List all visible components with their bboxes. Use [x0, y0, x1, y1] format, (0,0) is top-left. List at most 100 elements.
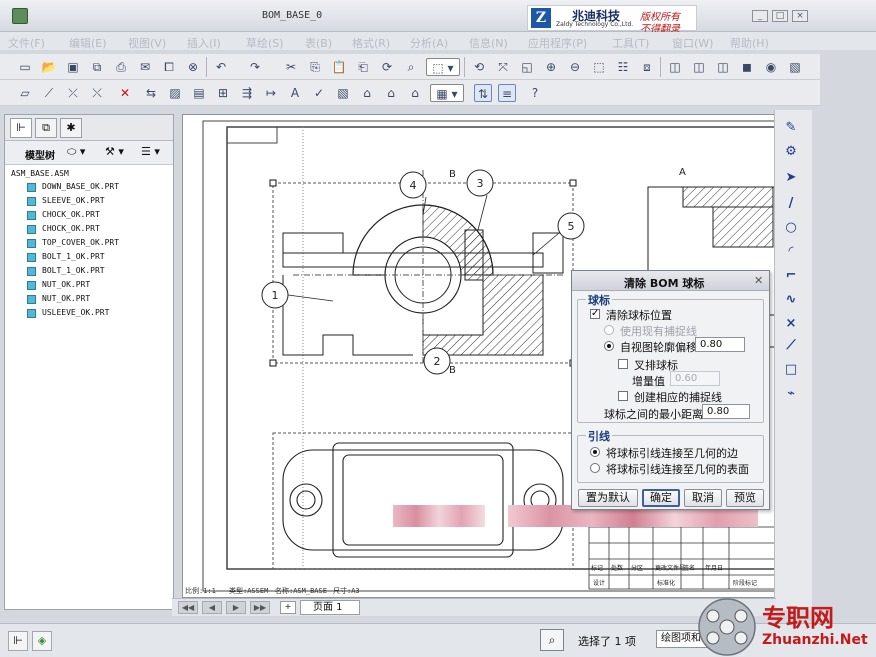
model-tree-label[interactable]: 模型树 [25, 147, 55, 162]
menu-help[interactable]: 帮助(H) [730, 35, 769, 51]
find-icon[interactable]: ⌕ [540, 629, 564, 651]
sketch-icon[interactable]: ▱ [16, 84, 34, 102]
open-folder-icon[interactable]: 📂 [40, 58, 58, 76]
new-file-icon[interactable]: ▭ [16, 58, 34, 76]
view-manager-icon[interactable]: ☷ [614, 58, 632, 76]
wireframe-icon[interactable]: ◫ [666, 58, 684, 76]
menu-format[interactable]: 格式(R) [352, 35, 390, 51]
hatch-icon[interactable]: ▧ [334, 84, 352, 102]
hidden-line-icon[interactable]: ◫ [690, 58, 708, 76]
regenerate-icon[interactable]: ⟳ [378, 58, 396, 76]
paste-icon[interactable]: 📋 [330, 58, 348, 76]
rectangle-tool-icon[interactable]: □ [781, 360, 801, 380]
delete-icon[interactable]: ✕ [116, 84, 134, 102]
menu-tools[interactable]: 工具(T) [612, 35, 649, 51]
sketcher-tools-icon[interactable]: ✎ [781, 118, 801, 138]
menu-applications[interactable]: 应用程序(P) [528, 35, 587, 51]
note-icon[interactable]: ▤ [190, 84, 208, 102]
close-button[interactable]: × [792, 10, 808, 22]
next-page-button[interactable]: ▶ [226, 601, 246, 614]
min-distance-input[interactable]: 0.80 [702, 404, 750, 419]
tab-favorites[interactable]: ✱ [60, 118, 82, 138]
dialog-close-icon[interactable]: ✕ [754, 274, 763, 287]
stagger-checkbox[interactable] [618, 359, 628, 369]
spline-tool-icon[interactable]: ∿ [781, 290, 801, 310]
view-icon[interactable]: ▨ [166, 84, 184, 102]
menu-analysis[interactable]: 分析(A) [410, 35, 448, 51]
selection-filter-icon[interactable]: ⬚ ▾ [426, 58, 460, 76]
orient-icon[interactable]: ⤧ [494, 58, 512, 76]
tab-model-tree[interactable]: ⊩ [10, 118, 32, 138]
menu-window[interactable]: 窗口(W) [672, 35, 713, 51]
symbol-icon[interactable]: ⌂ [382, 84, 400, 102]
select-arrow-icon[interactable]: ➤ [781, 168, 801, 188]
dialog-title-bar[interactable]: 清除 BOM 球标 ✕ [572, 271, 769, 291]
table-dropdown-icon[interactable]: ▦ ▾ [430, 84, 464, 102]
sketcher-prefs-icon[interactable]: ⚙ [781, 142, 801, 162]
tree-settings-icon[interactable]: ⚒ ▾ [105, 145, 135, 161]
ok-button[interactable]: 确定 [642, 489, 680, 507]
preview-button[interactable]: 预览 [726, 489, 764, 507]
layers-icon[interactable]: ⧈ [638, 58, 656, 76]
datum-icon[interactable]: ⌂ [358, 84, 376, 102]
no-hidden-icon[interactable]: ◫ [714, 58, 732, 76]
refit-icon[interactable]: ⬚ [590, 58, 608, 76]
set-default-button[interactable]: 置为默认 [578, 489, 638, 507]
increment-input[interactable]: 0.60 [670, 371, 720, 386]
paste-special-icon[interactable]: ⎗ [354, 58, 372, 76]
text-icon[interactable]: A [286, 84, 304, 102]
menu-view[interactable]: 视图(V) [128, 35, 166, 51]
last-page-button[interactable]: ▶▶ [250, 601, 270, 614]
cube-icon[interactable]: ▧ [786, 58, 804, 76]
zoom-fit-icon[interactable]: ◱ [518, 58, 536, 76]
app-icon[interactable] [12, 8, 28, 24]
line-icon[interactable]: ⟋ [40, 84, 58, 102]
save-copy-icon[interactable]: ⧉ [88, 58, 106, 76]
menu-sketch[interactable]: 草绘(S) [246, 35, 284, 51]
cancel-button[interactable]: 取消 [684, 489, 722, 507]
zoom-in-icon[interactable]: ⊕ [542, 58, 560, 76]
send-mail-icon[interactable]: ✉ [136, 58, 154, 76]
dimension-icon[interactable]: ↦ [262, 84, 280, 102]
print-icon[interactable]: ⎙ [112, 58, 130, 76]
first-page-button[interactable]: ◀◀ [178, 601, 198, 614]
show-annotations-icon[interactable]: ⇶ [238, 84, 256, 102]
repaint-icon[interactable]: ⟲ [470, 58, 488, 76]
move-icon[interactable]: ⇆ [142, 84, 160, 102]
axis-icon[interactable]: ⤫ [64, 84, 82, 102]
menu-file[interactable]: 文件(F) [8, 35, 45, 51]
outline-offset-input[interactable]: 0.80 [695, 337, 745, 352]
gtol-icon[interactable]: ⌂ [406, 84, 424, 102]
use-existing-snap-radio[interactable] [604, 325, 614, 335]
circle-tool-icon[interactable]: ○ [781, 218, 801, 238]
find-icon[interactable]: ⌕ [402, 58, 420, 76]
context-help-icon[interactable]: ? [526, 84, 544, 102]
create-snap-checkbox[interactable] [618, 391, 628, 401]
leader-edge-radio[interactable] [590, 447, 600, 457]
add-page-icon[interactable]: + [280, 601, 296, 614]
bom-balloon-icon[interactable]: ⇅ [474, 84, 492, 102]
close-window-icon[interactable]: ⊗ [184, 58, 202, 76]
menu-table[interactable]: 表(B) [305, 35, 332, 51]
tree-root[interactable]: ASM_BASE.ASM [11, 169, 69, 178]
table-grid-icon[interactable]: ⊞ [214, 84, 232, 102]
pdf-icon[interactable]: ⧠ [160, 58, 178, 76]
trim-tool-icon[interactable]: ⌁ [781, 384, 801, 404]
tab-folder-browser[interactable]: ⧉ [35, 118, 57, 138]
clear-position-checkbox[interactable]: ✓ [590, 309, 600, 319]
line-tool-icon[interactable]: / [781, 194, 801, 214]
undo-icon[interactable]: ↶ [212, 58, 230, 76]
prev-page-button[interactable]: ◀ [202, 601, 222, 614]
clean-bom-icon[interactable]: ≡ [498, 84, 516, 102]
copy-icon[interactable]: ⎘ [306, 58, 324, 76]
menu-edit[interactable]: 编辑(E) [69, 35, 107, 51]
outline-offset-radio[interactable] [604, 341, 614, 351]
surface-finish-icon[interactable]: ✓ [310, 84, 328, 102]
saved-views-icon[interactable]: ◉ [762, 58, 780, 76]
shading-icon[interactable]: ◼ [738, 58, 756, 76]
page-tab[interactable]: 页面 1 [300, 600, 360, 615]
tree-toggle-icon[interactable]: ⊩ [8, 631, 28, 651]
zoom-out-icon[interactable]: ⊖ [566, 58, 584, 76]
tree-display-icon[interactable]: ⬭ ▾ [67, 145, 97, 161]
maximize-button[interactable]: □ [772, 10, 788, 22]
